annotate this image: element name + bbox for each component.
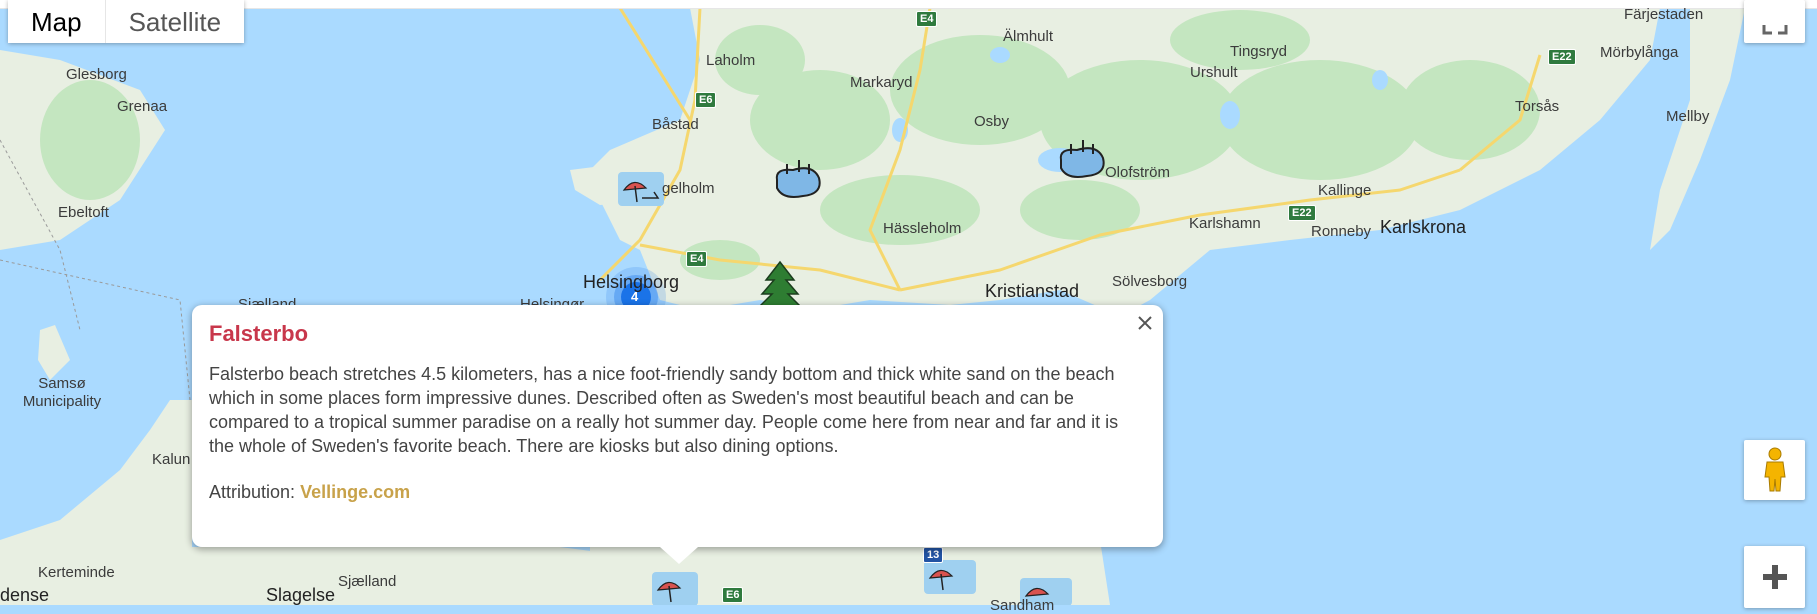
fullscreen-button[interactable] [1744,0,1805,43]
road-badge-e4: E4 [686,251,708,267]
info-window-pointer [660,547,698,564]
place-morbylanga: Mörbylånga [1600,44,1679,61]
place-kristianstad: Kristianstad [985,281,1080,301]
beach-umbrella-icon [652,572,698,605]
place-ronneby: Ronneby [1311,223,1372,240]
place-bastad: Båstad [652,116,699,133]
zoom-in-button[interactable] [1744,546,1805,608]
place-kallinge: Kallinge [1318,182,1372,199]
place-angelholm: gelholm [662,180,715,197]
place-sandhammaren: Sandham [990,597,1055,614]
place-samso: Samsø Municipality [22,375,102,410]
road-badge-e6: E6 [695,92,717,108]
beach-umbrella-icon [924,560,976,594]
place-olofstrom: Olofström [1105,164,1171,181]
place-karlshamn: Karlshamn [1189,215,1261,232]
place-glesborg: Glesborg [66,66,127,83]
top-edge [0,0,1817,9]
close-icon [1138,316,1152,330]
place-slagelse: Slagelse [266,585,336,605]
fullscreen-icon [1762,24,1787,34]
info-window: Falsterbo Falsterbo beach stretches 4.5 … [192,305,1163,547]
beach-umbrella-icon [618,172,664,206]
info-window-description: Falsterbo beach stretches 4.5 kilometers… [209,364,1119,456]
road-badge-e4: E4 [916,11,938,27]
road-badge-e22: E22 [1548,49,1576,65]
place-karlskrona: Karlskrona [1380,217,1467,237]
road-badge-13: 13 [923,547,944,563]
place-osby: Osby [974,113,1010,130]
place-almhult: Älmhult [1003,28,1054,45]
street-view-pegman-button[interactable] [1744,440,1805,500]
place-urshult: Urshult [1190,64,1238,81]
place-farjestaden: Färjestaden [1624,6,1704,23]
place-grenaa: Grenaa [117,98,168,115]
road-badge-e6: E6 [722,587,744,603]
place-kalundborg: Kalun [152,451,191,468]
place-torsas: Torsås [1515,98,1560,115]
info-window-close-button[interactable] [1131,309,1159,337]
place-mellby: Mellby [1666,108,1710,125]
place-hassleholm: Hässleholm [883,220,962,237]
pegman-icon [1763,447,1786,492]
plus-icon [1762,565,1787,589]
place-laholm: Laholm [706,52,756,69]
place-sjaelland: Sjælland [338,573,397,590]
place-kerteminde: Kerteminde [38,564,115,581]
place-solvesborg: Sölvesborg [1112,273,1188,290]
attribution-label: Attribution: [209,482,296,502]
place-helsingborg: Helsingborg [583,272,680,292]
map-type-control: Map Satellite [8,0,245,43]
info-window-attribution: Attribution: Vellinge.com [209,482,410,503]
place-odense: dense [0,585,50,605]
road-badge-e22: E22 [1288,205,1316,221]
map-type-map-button[interactable]: Map [8,0,105,43]
place-tingsryd: Tingsryd [1230,43,1287,60]
map-type-satellite-button[interactable]: Satellite [104,0,245,43]
place-ebeltoft: Ebeltoft [58,204,109,221]
info-window-title: Falsterbo [209,321,309,346]
place-markaryd: Markaryd [850,74,913,91]
attribution-link[interactable]: Vellinge.com [300,482,410,502]
